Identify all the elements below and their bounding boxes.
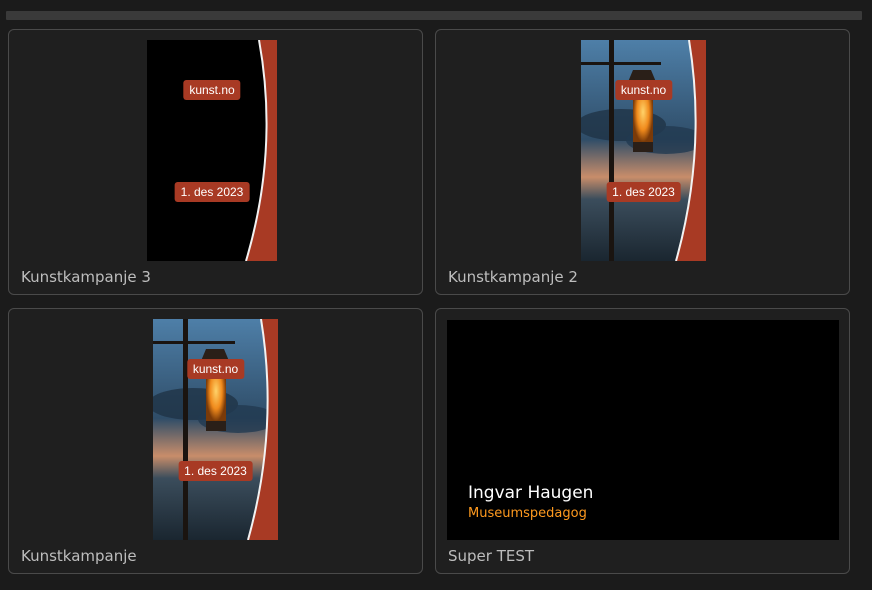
lower-third-role: Museumspedagog	[468, 506, 587, 521]
card-title: Kunstkampanje 2	[448, 268, 578, 286]
template-card[interactable]: kunst.no 1. des 2023 Kunstkampanje	[8, 308, 423, 574]
site-badge: kunst.no	[614, 80, 673, 100]
lantern-photo	[153, 319, 278, 540]
card-title: Kunstkampanje	[21, 547, 137, 565]
lower-third-name: Ingvar Haugen	[468, 483, 594, 503]
card-title: Super TEST	[448, 547, 535, 565]
template-card[interactable]: kunst.no 1. des 2023 Kunstkampanje 2	[435, 29, 850, 295]
template-card[interactable]: kunst.no 1. des 2023 Kunstkampanje 3	[8, 29, 423, 295]
template-card[interactable]: Ingvar Haugen Museumspedagog Super TEST	[435, 308, 850, 574]
template-thumbnail: kunst.no 1. des 2023	[581, 40, 706, 261]
template-thumbnail: kunst.no 1. des 2023	[147, 40, 277, 261]
thumbnail-graphic	[147, 40, 277, 261]
site-badge: kunst.no	[183, 80, 241, 100]
date-badge: 1. des 2023	[174, 182, 250, 202]
site-badge: kunst.no	[186, 359, 245, 379]
date-badge: 1. des 2023	[606, 182, 681, 202]
toolbar-strip	[6, 11, 862, 20]
date-badge: 1. des 2023	[178, 461, 253, 481]
lantern-photo	[581, 40, 706, 261]
template-thumbnail: Ingvar Haugen Museumspedagog	[447, 320, 839, 540]
card-title: Kunstkampanje 3	[21, 268, 151, 286]
template-thumbnail: kunst.no 1. des 2023	[153, 319, 278, 540]
